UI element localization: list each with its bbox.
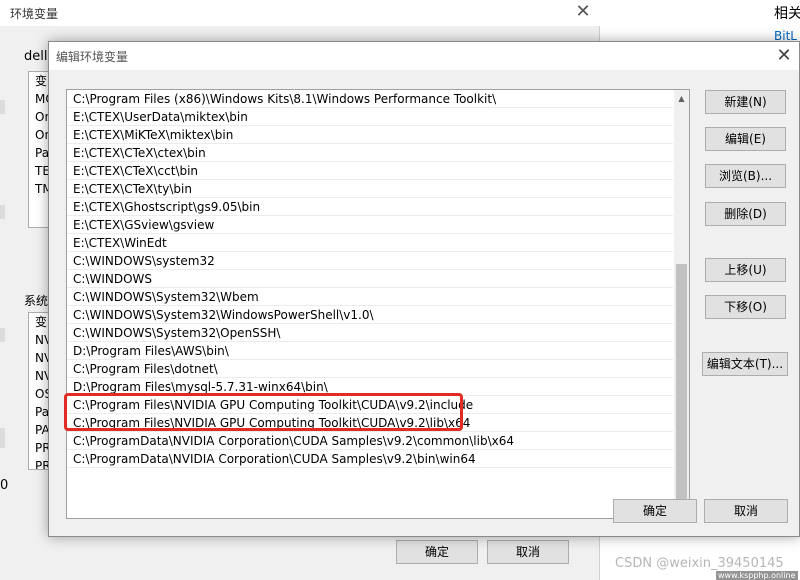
system-variables-label: 系统 [24,294,49,308]
related-settings-heading: 相关 [774,6,800,22]
scroll-up-icon[interactable]: ▲ [674,90,689,107]
edge-divider [0,100,5,114]
path-entries-rows: C:\Program Files (x86)\Windows Kits\8.1\… [67,90,673,468]
edge-divider [0,205,5,219]
edge-divider [0,428,5,448]
edge-divider [0,328,5,342]
user-variables-label: dell [24,49,48,64]
list-item[interactable]: E:\CTEX\UserData\miktex\bin [67,108,673,126]
close-icon[interactable]: ✕ [772,44,796,68]
list-item[interactable]: C:\WINDOWS [67,270,673,288]
environment-cancel-button[interactable]: 取消 [487,540,569,564]
move-up-button[interactable]: 上移(U) [705,258,786,282]
edit-text-button[interactable]: 编辑文本(T)... [702,352,788,376]
list-item[interactable]: E:\CTEX\WinEdt [67,234,673,252]
list-item[interactable]: C:\WINDOWS\System32\OpenSSH\ [67,324,673,342]
list-item[interactable]: D:\Program Files\AWS\bin\ [67,342,673,360]
csdn-watermark: CSDN @weixin_39450145 [615,556,784,571]
edit-environment-variable-dialog: 编辑环境变量 ✕ C:\Program Files (x86)\Windows … [48,41,800,537]
browse-button[interactable]: 浏览(B)... [705,164,786,188]
list-item[interactable]: C:\Program Files\dotnet\ [67,360,673,378]
vertical-scrollbar[interactable]: ▲ ▼ [674,90,689,518]
ok-button[interactable]: 确定 [613,499,697,523]
list-item[interactable]: C:\WINDOWS\System32\WindowsPowerShell\v1… [67,306,673,324]
cancel-button[interactable]: 取消 [704,499,788,523]
move-down-button[interactable]: 下移(O) [705,295,786,319]
site-watermark: www.kspphp.online [716,571,798,580]
list-item[interactable]: E:\CTEX\MiKTeX\miktex\bin [67,126,673,144]
environment-ok-button[interactable]: 确定 [396,540,478,564]
edit-button[interactable]: 编辑(E) [705,127,786,151]
list-item[interactable]: E:\CTEX\CTeX\ctex\bin [67,144,673,162]
delete-button[interactable]: 删除(D) [705,202,786,226]
list-item[interactable]: C:\ProgramData\NVIDIA Corporation\CUDA S… [67,432,673,450]
dialog-title: 编辑环境变量 [56,50,129,64]
edge-glyph: 0 [0,478,9,493]
environment-variables-title: 环境变量 [10,7,59,21]
list-item[interactable]: C:\ProgramData\NVIDIA Corporation\CUDA S… [67,450,673,468]
path-entries-list[interactable]: C:\Program Files (x86)\Windows Kits\8.1\… [66,89,690,519]
list-item[interactable]: E:\CTEX\GSview\gsview [67,216,673,234]
scrollbar-thumb[interactable] [676,264,687,500]
environment-variables-titlebar: 环境变量 ✕ [0,0,600,26]
list-item[interactable]: C:\WINDOWS\system32 [67,252,673,270]
list-item[interactable]: E:\CTEX\Ghostscript\gs9.05\bin [67,198,673,216]
list-item[interactable]: C:\Program Files (x86)\Windows Kits\8.1\… [67,90,673,108]
list-item[interactable]: E:\CTEX\CTeX\cct\bin [67,162,673,180]
close-icon[interactable]: ✕ [573,1,593,23]
list-item[interactable]: C:\WINDOWS\System32\Wbem [67,288,673,306]
list-item[interactable]: D:\Program Files\mysql-5.7.31-winx64\bin… [67,378,673,396]
list-item[interactable]: E:\CTEX\CTeX\ty\bin [67,180,673,198]
dialog-titlebar: 编辑环境变量 ✕ [49,42,799,70]
list-item-cuda-lib[interactable]: C:\Program Files\NVIDIA GPU Computing To… [67,414,673,432]
new-button[interactable]: 新建(N) [705,90,786,114]
list-item-cuda-include[interactable]: C:\Program Files\NVIDIA GPU Computing To… [67,396,673,414]
